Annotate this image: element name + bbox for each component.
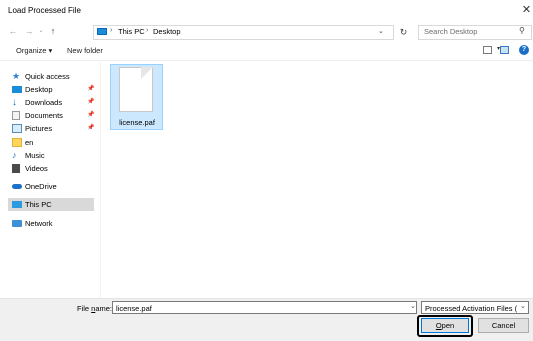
folder-icon	[12, 138, 22, 147]
pane-divider[interactable]	[100, 62, 101, 298]
file-type-value: Processed Activation Files (*.paf)	[425, 304, 517, 313]
computer-icon	[12, 201, 22, 208]
recent-locations-icon[interactable]: ⌄	[37, 25, 45, 37]
star-icon: ★	[12, 71, 21, 81]
chevron-down-icon[interactable]: ⌄	[520, 302, 526, 310]
nav-label: Videos	[25, 164, 48, 173]
breadcrumb-this-pc[interactable]: This PC	[118, 27, 145, 36]
breadcrumb-desktop[interactable]: Desktop	[153, 27, 181, 36]
network-icon	[12, 220, 22, 227]
preview-pane-icon[interactable]	[500, 46, 509, 54]
nav-label: Documents	[25, 111, 63, 120]
nav-item-onedrive[interactable]: OneDrive	[8, 180, 94, 193]
chevron-down-icon[interactable]: ⌄	[410, 302, 416, 310]
video-icon	[12, 164, 20, 173]
nav-item-pictures[interactable]: Pictures 📌	[8, 122, 94, 135]
cloud-icon	[12, 184, 22, 189]
nav-label: Downloads	[25, 98, 63, 107]
document-icon	[12, 111, 20, 120]
computer-icon	[97, 28, 107, 35]
file-name-label: File name:	[77, 304, 113, 313]
nav-item-videos[interactable]: Videos	[8, 162, 94, 175]
file-name-value[interactable]: license.paf	[116, 304, 152, 313]
nav-item-downloads[interactable]: ↓ Downloads 📌	[8, 96, 94, 109]
nav-label: Pictures	[25, 124, 53, 133]
nav-item-documents[interactable]: Documents 📌	[8, 109, 94, 122]
chevron-down-icon[interactable]: ⌄	[378, 27, 384, 35]
view-options-icon[interactable]	[483, 46, 492, 54]
nav-label: en	[25, 138, 34, 147]
search-placeholder: Search Desktop	[424, 27, 478, 36]
file-icon-fold	[141, 67, 153, 79]
file-name-field[interactable]	[112, 301, 417, 314]
pin-icon[interactable]: 📌	[87, 124, 94, 131]
nav-item-network[interactable]: Network	[8, 217, 94, 230]
nav-label: Music	[25, 151, 45, 160]
cancel-button[interactable]: Cancel	[478, 318, 529, 333]
nav-item-this-pc[interactable]: This PC	[8, 198, 94, 211]
pictures-icon	[12, 124, 22, 133]
music-icon: ♪	[12, 150, 17, 160]
organize-menu[interactable]: Organize ▾	[16, 46, 52, 55]
window-title: Load Processed File	[8, 6, 81, 15]
chevron-right-icon[interactable]: ›	[146, 27, 148, 34]
nav-label: Quick access	[25, 72, 70, 81]
new-folder-button[interactable]: New folder	[67, 46, 103, 55]
nav-label: Network	[25, 219, 53, 228]
file-name-label: license.paf	[119, 118, 155, 127]
nav-label: Desktop	[25, 85, 53, 94]
download-icon: ↓	[12, 97, 17, 108]
search-icon[interactable]: ⚲	[519, 26, 525, 35]
close-icon[interactable]: ✕	[520, 2, 533, 18]
pin-icon[interactable]: 📌	[87, 85, 94, 92]
nav-item-quick-access[interactable]: ★ Quick access	[8, 70, 94, 83]
up-arrow-icon[interactable]: ↑	[47, 25, 59, 37]
open-button[interactable]: Open	[421, 318, 469, 333]
refresh-icon[interactable]: ↻	[396, 25, 411, 40]
back-arrow-icon[interactable]: ←	[7, 25, 19, 37]
desktop-icon	[12, 86, 22, 93]
forward-arrow-icon[interactable]: →	[23, 25, 35, 37]
nav-label: OneDrive	[25, 182, 57, 191]
nav-item-en[interactable]: en	[8, 136, 94, 149]
nav-item-desktop[interactable]: Desktop 📌	[8, 83, 94, 96]
help-icon[interactable]: ?	[519, 45, 529, 55]
pin-icon[interactable]: 📌	[87, 111, 94, 118]
chevron-right-icon[interactable]: ›	[110, 27, 112, 34]
pin-icon[interactable]: 📌	[87, 98, 94, 105]
nav-label: This PC	[25, 200, 52, 209]
nav-item-music[interactable]: ♪ Music	[8, 149, 94, 162]
